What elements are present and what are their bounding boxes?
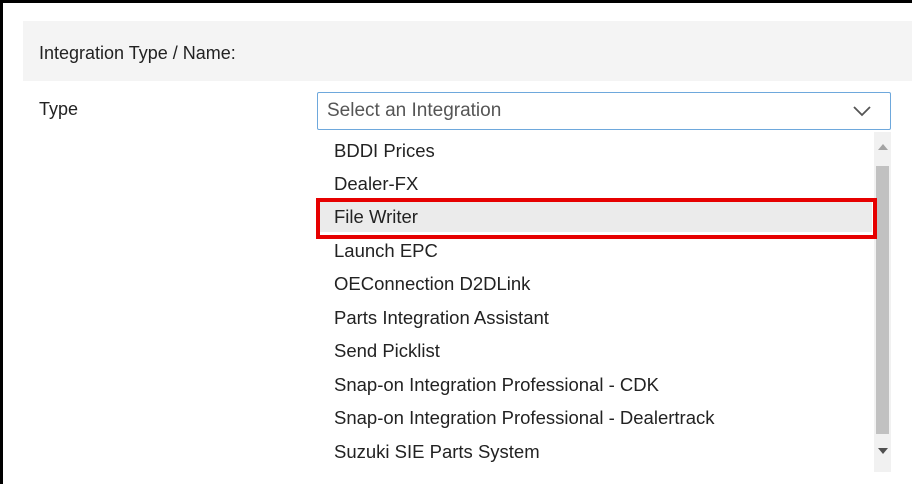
scrollbar-thumb[interactable] <box>876 166 889 434</box>
triangle-down-icon[interactable] <box>878 448 888 454</box>
dropdown-scrollbar[interactable] <box>874 132 891 472</box>
option-snapon-cdk[interactable]: Snap-on Integration Professional - CDK <box>317 370 872 400</box>
type-label: Type <box>39 99 79 119</box>
select-placeholder: Select an Integration <box>327 100 502 121</box>
section-title: Integration Type / Name: <box>39 43 236 63</box>
option-file-writer[interactable]: File Writer <box>317 202 872 232</box>
option-snapon-dealertrack[interactable]: Snap-on Integration Professional - Deale… <box>317 403 872 433</box>
chevron-down-icon[interactable] <box>852 103 872 119</box>
option-parts-integration-assistant[interactable]: Parts Integration Assistant <box>317 303 872 333</box>
option-bddi-prices[interactable]: BDDI Prices <box>317 136 872 166</box>
triangle-up-icon[interactable] <box>878 144 888 150</box>
option-dealer-fx[interactable]: Dealer-FX <box>317 169 872 199</box>
option-send-picklist[interactable]: Send Picklist <box>317 336 872 366</box>
integration-options-list[interactable]: BDDI Prices Dealer-FX File Writer Launch… <box>317 132 891 472</box>
option-oeconnection-d2dlink[interactable]: OEConnection D2DLink <box>317 269 872 299</box>
option-suzuki-sie[interactable]: Suzuki SIE Parts System <box>317 437 872 467</box>
section-header: Integration Type / Name: <box>23 21 912 81</box>
option-launch-epc[interactable]: Launch EPC <box>317 236 872 266</box>
integration-type-select[interactable]: Select an Integration <box>317 92 891 130</box>
